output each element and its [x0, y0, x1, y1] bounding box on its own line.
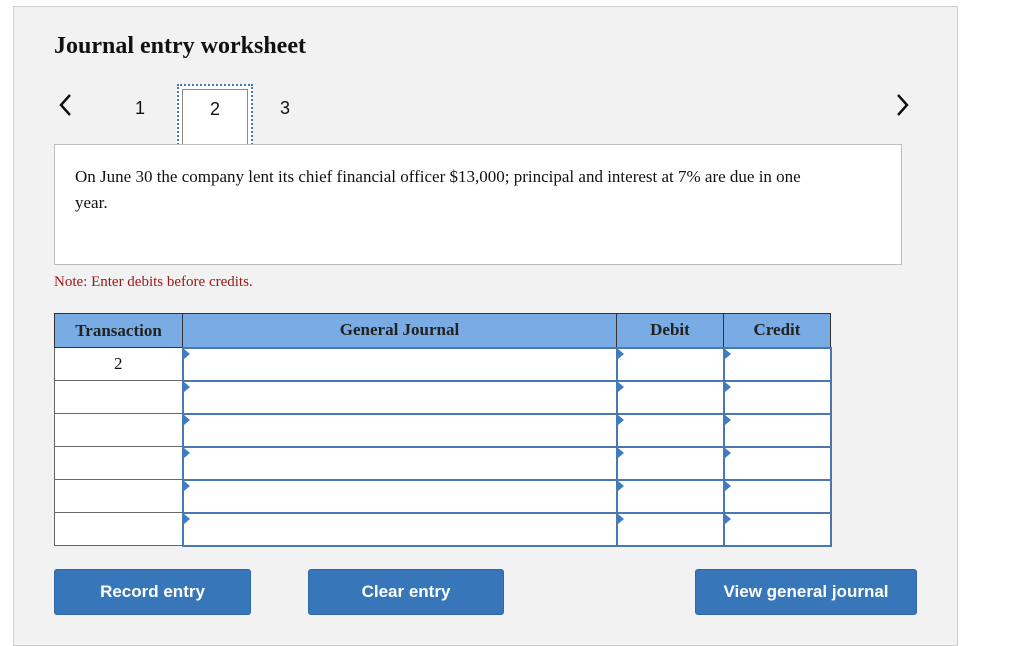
account-input[interactable]	[183, 348, 616, 380]
page-tab-3[interactable]: 3	[280, 98, 290, 119]
credit-cell	[722, 511, 832, 547]
debit-input[interactable]	[617, 480, 723, 512]
cell-marker-icon	[183, 447, 190, 458]
account-cell	[181, 346, 618, 382]
credit-cell	[722, 478, 832, 514]
credit-input[interactable]	[724, 381, 830, 413]
credit-cell	[722, 445, 832, 481]
account-cell	[181, 445, 618, 481]
account-cell	[181, 511, 618, 547]
record-entry-button[interactable]: Record entry	[54, 569, 251, 615]
page-tab-1[interactable]: 1	[135, 98, 145, 119]
table-row: 2	[54, 346, 832, 382]
credit-input[interactable]	[724, 348, 830, 380]
credit-cell	[722, 346, 832, 382]
transaction-cell	[54, 479, 183, 513]
debit-input[interactable]	[617, 513, 723, 545]
table-row	[54, 412, 832, 448]
credit-input[interactable]	[724, 480, 830, 512]
cell-marker-icon	[724, 480, 731, 491]
account-cell	[181, 412, 618, 448]
credit-input[interactable]	[724, 513, 830, 545]
transaction-cell	[54, 446, 183, 480]
table-row	[54, 478, 832, 514]
table-header-row: Transaction General Journal Debit Credit	[54, 313, 831, 348]
worksheet-title: Journal entry worksheet	[54, 33, 306, 59]
credit-input[interactable]	[724, 447, 830, 479]
debit-cell	[615, 445, 725, 481]
page-tab-2-label: 2	[209, 99, 220, 119]
credit-cell	[722, 379, 832, 415]
transaction-cell	[54, 380, 183, 414]
table-row	[54, 379, 832, 415]
account-input[interactable]	[183, 447, 616, 479]
note-text: Note: Enter debits before credits.	[54, 274, 253, 290]
header-debit: Debit	[616, 313, 724, 348]
header-general-journal: General Journal	[182, 313, 617, 348]
debit-cell	[615, 379, 725, 415]
transaction-cell: 2	[54, 347, 183, 381]
debit-input[interactable]	[617, 381, 723, 413]
cell-marker-icon	[183, 480, 190, 491]
table-row	[54, 511, 832, 547]
debit-input[interactable]	[617, 348, 723, 380]
debit-cell	[615, 346, 725, 382]
page-tab-2-active[interactable]: 2	[177, 84, 253, 148]
journal-table: Transaction General Journal Debit Credit…	[54, 313, 832, 547]
transaction-cell	[54, 512, 183, 546]
credit-cell	[722, 412, 832, 448]
cell-marker-icon	[183, 381, 190, 392]
cell-marker-icon	[183, 414, 190, 425]
cell-marker-icon	[724, 513, 731, 524]
debit-cell	[615, 511, 725, 547]
clear-entry-button[interactable]: Clear entry	[308, 569, 504, 615]
question-box: On June 30 the company lent its chief fi…	[54, 144, 902, 265]
debit-cell	[615, 478, 725, 514]
cell-marker-icon	[724, 447, 731, 458]
debit-cell	[615, 412, 725, 448]
cell-marker-icon	[183, 513, 190, 524]
header-transaction: Transaction	[54, 313, 183, 348]
cell-marker-icon	[617, 513, 624, 524]
cell-marker-icon	[724, 348, 731, 359]
view-general-journal-button[interactable]: View general journal	[695, 569, 917, 615]
account-cell	[181, 478, 618, 514]
header-credit: Credit	[723, 313, 831, 348]
chevron-right-icon[interactable]	[896, 93, 910, 117]
debit-input[interactable]	[617, 414, 723, 446]
table-row	[54, 445, 832, 481]
account-cell	[181, 379, 618, 415]
question-text: On June 30 the company lent its chief fi…	[75, 167, 801, 212]
cell-marker-icon	[617, 381, 624, 392]
cell-marker-icon	[617, 480, 624, 491]
credit-input[interactable]	[724, 414, 830, 446]
account-input[interactable]	[183, 513, 616, 545]
cell-marker-icon	[724, 381, 731, 392]
cell-marker-icon	[617, 414, 624, 425]
cell-marker-icon	[183, 348, 190, 359]
account-input[interactable]	[183, 414, 616, 446]
account-input[interactable]	[183, 381, 616, 413]
account-input[interactable]	[183, 480, 616, 512]
journal-body: 2	[54, 346, 832, 547]
transaction-cell	[54, 413, 183, 447]
cell-marker-icon	[724, 414, 731, 425]
chevron-left-icon[interactable]	[58, 93, 72, 117]
cell-marker-icon	[617, 348, 624, 359]
cell-marker-icon	[617, 447, 624, 458]
debit-input[interactable]	[617, 447, 723, 479]
